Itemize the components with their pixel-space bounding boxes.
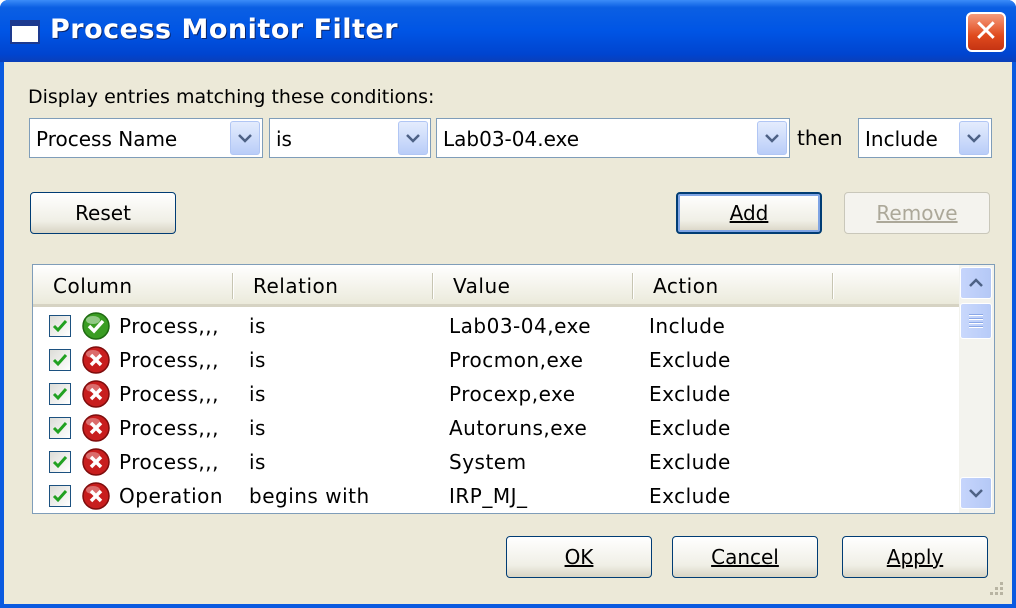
row-column: Process,,, bbox=[119, 450, 219, 474]
enable-checkbox[interactable] bbox=[49, 485, 71, 507]
row-value: System bbox=[449, 450, 527, 474]
enable-checkbox[interactable] bbox=[49, 349, 71, 371]
row-action: Include bbox=[649, 314, 726, 338]
action-select[interactable]: Include bbox=[858, 118, 992, 158]
table-row[interactable]: Process,,, is Procexp,exe Exclude bbox=[33, 377, 959, 411]
row-action: Exclude bbox=[649, 382, 731, 406]
table-row[interactable]: Process,,, is System Exclude bbox=[33, 445, 959, 479]
header-divider[interactable] bbox=[632, 273, 634, 299]
then-label: then bbox=[797, 126, 843, 150]
chevron-down-icon[interactable] bbox=[230, 121, 260, 155]
enable-checkbox[interactable] bbox=[49, 451, 71, 473]
title-bar[interactable]: Process Monitor Filter ✕ bbox=[0, 0, 1016, 62]
filter-dialog: Process Monitor Filter ✕ Display entries… bbox=[0, 0, 1016, 608]
table-row[interactable]: Process,,, is Lab03-04,exe Include bbox=[33, 309, 959, 343]
exclude-x-icon bbox=[81, 413, 111, 443]
close-button[interactable]: ✕ bbox=[966, 12, 1006, 52]
column-select-value: Process Name bbox=[36, 127, 178, 151]
relation-select[interactable]: is bbox=[269, 118, 431, 158]
filter-list[interactable]: Column Relation Value Action Process,,, i… bbox=[32, 264, 995, 514]
header-divider[interactable] bbox=[232, 273, 234, 299]
exclude-x-icon bbox=[81, 447, 111, 477]
row-column: Process,,, bbox=[119, 348, 219, 372]
row-relation: is bbox=[249, 416, 266, 440]
close-icon: ✕ bbox=[973, 14, 999, 49]
apply-button-label: Apply bbox=[886, 545, 944, 569]
list-header: Column Relation Value Action bbox=[33, 265, 959, 307]
apply-button[interactable]: Apply bbox=[842, 536, 988, 578]
chevron-down-icon[interactable] bbox=[398, 121, 428, 155]
chevron-down-icon[interactable] bbox=[757, 121, 787, 155]
header-divider[interactable] bbox=[832, 273, 834, 299]
row-value: Lab03-04,exe bbox=[449, 314, 592, 338]
action-select-value: Include bbox=[865, 127, 938, 151]
row-action: Exclude bbox=[649, 416, 731, 440]
row-action: Exclude bbox=[649, 484, 731, 508]
window-title: Process Monitor Filter bbox=[50, 14, 399, 45]
column-header[interactable]: Column bbox=[53, 274, 133, 298]
conditions-prompt: Display entries matching these condition… bbox=[28, 86, 435, 108]
add-button[interactable]: Add bbox=[676, 192, 822, 234]
relation-select-value: is bbox=[276, 127, 292, 151]
column-select[interactable]: Process Name bbox=[29, 118, 263, 158]
add-button-label: Add bbox=[729, 201, 769, 225]
window-icon bbox=[10, 20, 40, 44]
table-row[interactable]: Process,,, is Autoruns,exe Exclude bbox=[33, 411, 959, 445]
row-relation: is bbox=[249, 382, 266, 406]
scroll-thumb[interactable] bbox=[960, 303, 992, 339]
chevron-up-icon bbox=[969, 278, 983, 287]
exclude-x-icon bbox=[81, 481, 111, 511]
scroll-down-button[interactable] bbox=[960, 477, 992, 509]
relation-header[interactable]: Relation bbox=[253, 274, 338, 298]
row-relation: begins with bbox=[249, 484, 370, 508]
ok-button[interactable]: OK bbox=[506, 536, 652, 578]
value-combo-value: Lab03-04.exe bbox=[443, 127, 580, 151]
reset-button[interactable]: Reset bbox=[30, 192, 176, 234]
include-check-icon bbox=[81, 311, 111, 341]
chevron-down-icon[interactable] bbox=[959, 121, 989, 155]
exclude-x-icon bbox=[81, 345, 111, 375]
enable-checkbox[interactable] bbox=[49, 383, 71, 405]
row-value: IRP_MJ_ bbox=[449, 484, 528, 508]
enable-checkbox[interactable] bbox=[49, 417, 71, 439]
row-action: Exclude bbox=[649, 348, 731, 372]
remove-button-label: Remove bbox=[876, 201, 958, 225]
exclude-x-icon bbox=[81, 379, 111, 409]
row-column: Operation bbox=[119, 484, 224, 508]
row-relation: is bbox=[249, 314, 266, 338]
row-relation: is bbox=[249, 450, 266, 474]
row-relation: is bbox=[249, 348, 266, 372]
scroll-up-button[interactable] bbox=[960, 267, 992, 299]
row-value: Procmon,exe bbox=[449, 348, 584, 372]
row-action: Exclude bbox=[649, 450, 731, 474]
row-value: Autoruns,exe bbox=[449, 416, 588, 440]
value-combo[interactable]: Lab03-04.exe bbox=[436, 118, 790, 158]
table-row[interactable]: Process,,, is Procmon,exe Exclude bbox=[33, 343, 959, 377]
row-column: Process,,, bbox=[119, 416, 219, 440]
action-header[interactable]: Action bbox=[653, 274, 719, 298]
enable-checkbox[interactable] bbox=[49, 315, 71, 337]
cancel-button[interactable]: Cancel bbox=[672, 536, 818, 578]
table-row[interactable]: Operation begins with IRP_MJ_ Exclude bbox=[33, 479, 959, 513]
row-value: Procexp,exe bbox=[449, 382, 576, 406]
vertical-scrollbar[interactable] bbox=[959, 265, 994, 513]
resize-grip-icon[interactable] bbox=[986, 578, 1006, 598]
remove-button[interactable]: Remove bbox=[844, 192, 990, 234]
chevron-down-icon bbox=[969, 489, 983, 498]
ok-button-label: OK bbox=[564, 545, 594, 569]
cancel-button-label: Cancel bbox=[711, 545, 779, 569]
header-divider[interactable] bbox=[432, 273, 434, 299]
value-header[interactable]: Value bbox=[453, 274, 510, 298]
row-column: Process,,, bbox=[119, 382, 219, 406]
row-column: Process,,, bbox=[119, 314, 219, 338]
